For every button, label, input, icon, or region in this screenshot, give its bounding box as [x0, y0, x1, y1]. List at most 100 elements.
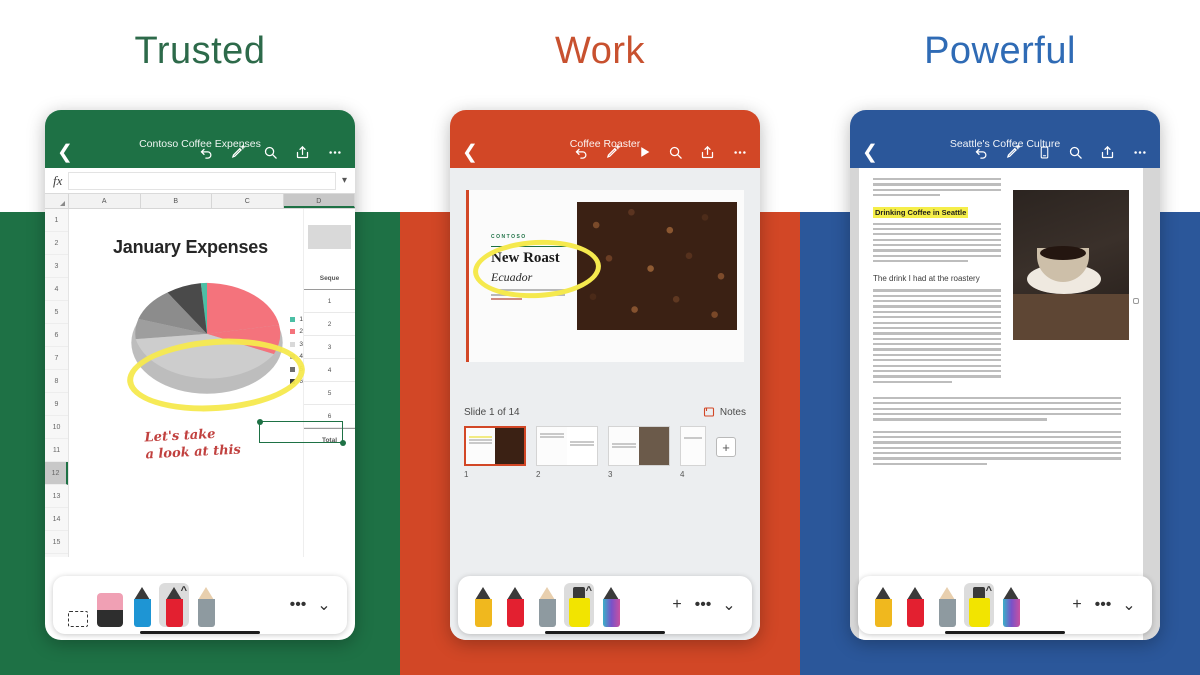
- column-header-c[interactable]: C: [212, 194, 284, 208]
- row-header[interactable]: 2: [45, 232, 68, 255]
- yellow-pen-tool[interactable]: [868, 583, 898, 627]
- document-page[interactable]: Drinking Coffee in Seattle The drink I h…: [859, 168, 1143, 640]
- row-header[interactable]: 15: [45, 531, 68, 554]
- select-all-corner[interactable]: [45, 194, 69, 208]
- excel-grid[interactable]: January Expenses 1 2 3 4 5 6 Seque 1 2 3…: [69, 209, 355, 557]
- excel-ink-toolbar: ••• ⌄: [53, 576, 347, 634]
- grey-pencil-tool[interactable]: [191, 583, 221, 627]
- more-icon[interactable]: •••: [690, 596, 716, 614]
- search-icon[interactable]: [1068, 145, 1083, 160]
- side-cell[interactable]: 3: [304, 336, 355, 359]
- excel-sheet[interactable]: 1 2 3 4 5 6 7 8 9 10 11 12 13 14 15 16 J…: [45, 209, 355, 557]
- red-pen-tool[interactable]: [900, 583, 930, 627]
- slide-counter: Slide 1 of 14: [464, 406, 520, 418]
- powerpoint-slide-navigator: Slide 1 of 14 Notes 1 2 3 4 +: [450, 406, 760, 479]
- ink-icon[interactable]: [1006, 144, 1021, 160]
- lasso-select-tool[interactable]: [63, 583, 93, 627]
- add-pen-button[interactable]: +: [1064, 596, 1090, 614]
- red-pen-tool[interactable]: [500, 583, 530, 627]
- slide-thumbnail[interactable]: 4: [680, 426, 706, 479]
- side-cell[interactable]: 2: [304, 313, 355, 336]
- rainbow-pen-tool[interactable]: [996, 583, 1026, 627]
- blue-pen-tool[interactable]: [127, 583, 157, 627]
- yellow-highlighter-tool[interactable]: [964, 583, 994, 627]
- notes-button[interactable]: Notes: [703, 406, 746, 418]
- share-icon[interactable]: [700, 145, 715, 160]
- selection-handle-bottom[interactable]: [339, 439, 346, 446]
- word-body[interactable]: Drinking Coffee in Seattle The drink I h…: [850, 168, 1160, 640]
- slide-thumbnails: 1 2 3 4 +: [464, 426, 746, 479]
- play-icon[interactable]: [638, 145, 651, 159]
- empty-cell-block[interactable]: [308, 225, 351, 249]
- undo-icon[interactable]: [974, 145, 989, 160]
- more-icon[interactable]: •••: [1090, 596, 1116, 614]
- formula-bar[interactable]: fx ▾: [45, 168, 355, 194]
- thumbnail-number: 2: [536, 470, 541, 479]
- row-header[interactable]: 7: [45, 347, 68, 370]
- row-header[interactable]: 5: [45, 301, 68, 324]
- ink-icon[interactable]: [231, 144, 246, 160]
- side-column-header: Seque: [304, 267, 355, 290]
- yellow-pen-tool[interactable]: [468, 583, 498, 627]
- column-header-b[interactable]: B: [141, 194, 212, 208]
- column-header-a[interactable]: A: [69, 194, 141, 208]
- chevron-down-icon[interactable]: ⌄: [716, 595, 742, 615]
- slide-thumbnail[interactable]: 2: [536, 426, 598, 479]
- chevron-down-icon[interactable]: ⌄: [1116, 595, 1142, 615]
- side-cell[interactable]: 5: [304, 382, 355, 405]
- ink-icon[interactable]: [606, 144, 621, 160]
- row-header-selected[interactable]: 12: [45, 462, 68, 485]
- row-header[interactable]: 9: [45, 393, 68, 416]
- excel-app-header: Contoso Coffee Expenses ❮: [45, 110, 355, 168]
- share-icon[interactable]: [1100, 145, 1115, 160]
- side-cell[interactable]: 4: [304, 359, 355, 382]
- chevron-down-icon[interactable]: ▾: [342, 175, 347, 186]
- eraser-tool[interactable]: [95, 583, 125, 627]
- row-header[interactable]: 4: [45, 278, 68, 301]
- chevron-down-icon[interactable]: ⌄: [311, 595, 337, 615]
- back-icon[interactable]: ❮: [57, 143, 73, 162]
- search-icon[interactable]: [263, 145, 278, 160]
- row-header[interactable]: 16: [45, 554, 68, 557]
- yellow-highlighter-tool[interactable]: [564, 583, 594, 627]
- row-header[interactable]: 10: [45, 416, 68, 439]
- more-icon[interactable]: [1132, 145, 1148, 160]
- back-icon[interactable]: ❮: [462, 143, 478, 162]
- row-header[interactable]: 6: [45, 324, 68, 347]
- back-icon[interactable]: ❮: [862, 143, 878, 162]
- row-header[interactable]: 3: [45, 255, 68, 278]
- undo-icon[interactable]: [199, 145, 214, 160]
- grey-pencil-tool[interactable]: [532, 583, 562, 627]
- word-header-toolbar: ❮: [850, 139, 1160, 165]
- more-icon[interactable]: •••: [285, 596, 311, 614]
- slide-canvas[interactable]: CONTOSO New Roast Ecuador: [466, 190, 744, 362]
- word-ink-toolbar: + ••• ⌄: [858, 576, 1152, 634]
- row-header[interactable]: 11: [45, 439, 68, 462]
- formula-input[interactable]: [68, 171, 336, 190]
- add-pen-button[interactable]: +: [664, 596, 690, 614]
- red-pen-tool[interactable]: [159, 583, 189, 627]
- more-icon[interactable]: [327, 145, 343, 160]
- undo-icon[interactable]: [574, 145, 589, 160]
- selection-handle-top[interactable]: [256, 418, 263, 425]
- side-cell[interactable]: 1: [304, 290, 355, 313]
- row-header[interactable]: 13: [45, 485, 68, 508]
- grey-pencil-tool[interactable]: [932, 583, 962, 627]
- row-header[interactable]: 8: [45, 370, 68, 393]
- column-header-d[interactable]: D: [283, 194, 355, 208]
- ink-text-annotation: Let's take a look at this: [144, 426, 242, 463]
- row-header[interactable]: 1: [45, 209, 68, 232]
- headings-row: Trusted Work Powerful: [0, 0, 1200, 100]
- row-header[interactable]: 14: [45, 508, 68, 531]
- cell-selection-box[interactable]: [256, 418, 346, 446]
- add-slide-button[interactable]: +: [716, 437, 736, 457]
- mobile-view-icon[interactable]: [1038, 145, 1051, 160]
- heading-powerful: Powerful: [924, 30, 1076, 72]
- slide-thumbnail[interactable]: 3: [608, 426, 670, 479]
- share-icon[interactable]: [295, 145, 310, 160]
- legend-item: 1: [290, 313, 303, 326]
- more-icon[interactable]: [732, 145, 748, 160]
- rainbow-pen-tool[interactable]: [596, 583, 626, 627]
- slide-thumbnail[interactable]: 1: [464, 426, 526, 479]
- search-icon[interactable]: [668, 145, 683, 160]
